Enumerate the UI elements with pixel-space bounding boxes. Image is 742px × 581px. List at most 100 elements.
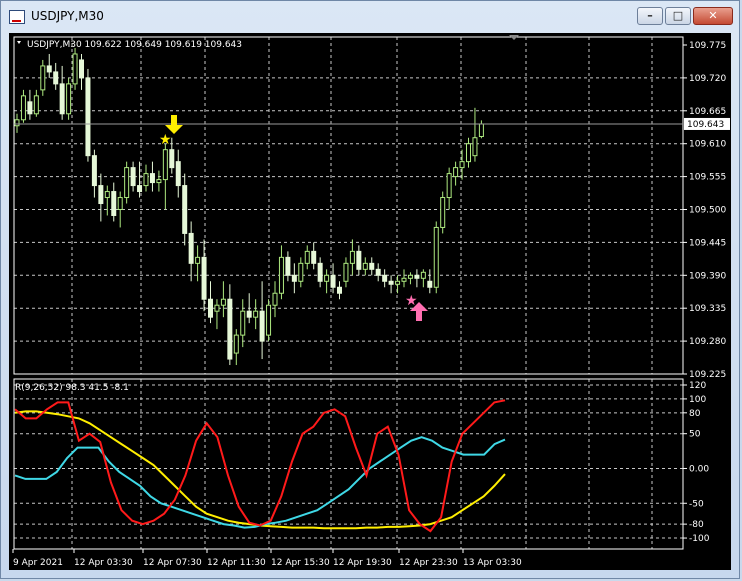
indicator-label: -100 bbox=[689, 534, 710, 544]
candle-body bbox=[149, 173, 155, 184]
price-label: 109.720 bbox=[689, 74, 726, 84]
candle-body bbox=[285, 256, 291, 276]
candle-body bbox=[414, 274, 420, 279]
candle-body bbox=[117, 197, 123, 210]
maximize-icon: □ bbox=[672, 9, 684, 22]
grid bbox=[14, 37, 683, 549]
maximize-button[interactable]: □ bbox=[665, 7, 691, 25]
candle-body bbox=[253, 310, 259, 318]
indicator-label: 50 bbox=[689, 430, 701, 440]
chart-area[interactable]: 109.775 109.720 109.665 109.610 109.555 109.5… bbox=[9, 33, 731, 570]
candle-body bbox=[98, 185, 104, 205]
candle-body bbox=[407, 274, 413, 279]
indicator-label: 100 bbox=[689, 395, 706, 405]
svg-text:★: ★ bbox=[159, 132, 172, 148]
candle-body bbox=[91, 155, 97, 187]
candle-body bbox=[420, 271, 426, 279]
candle-body bbox=[266, 304, 272, 336]
candle-body bbox=[233, 334, 239, 354]
minimize-icon: – bbox=[647, 9, 653, 22]
red-indicator-line bbox=[14, 399, 506, 533]
chart-window: USDJPY,M30 – □ ✕ 109.775 109.720 109.665 10… bbox=[0, 0, 740, 579]
candle-body bbox=[27, 101, 33, 115]
candle-body bbox=[40, 65, 46, 91]
price-label: 109.500 bbox=[689, 206, 726, 216]
candle-body bbox=[472, 137, 478, 157]
candle-body bbox=[130, 167, 136, 187]
indicator-header: R(9,26,52) 98.3 41.5 -8.1 bbox=[15, 383, 129, 393]
candle-body bbox=[298, 262, 304, 282]
chart-window-icon bbox=[9, 10, 25, 24]
candle-body bbox=[311, 250, 317, 264]
price-label: 109.390 bbox=[689, 271, 726, 281]
candle-body bbox=[162, 149, 168, 181]
close-button[interactable]: ✕ bbox=[693, 7, 733, 25]
minimize-button[interactable]: – bbox=[637, 7, 663, 25]
collapse-arrow-icon[interactable] bbox=[17, 41, 21, 44]
chart-canvas[interactable]: 109.775 109.720 109.665 109.610 109.555 109.5… bbox=[9, 33, 731, 570]
candle-body bbox=[79, 59, 84, 79]
candle-body bbox=[272, 292, 278, 306]
candle-body bbox=[111, 191, 117, 216]
yellow-indicator-line bbox=[14, 410, 506, 530]
candle-body bbox=[246, 310, 252, 318]
price-label: 109.280 bbox=[689, 337, 726, 347]
time-label: 9 Apr 2021 bbox=[13, 558, 63, 568]
candle-body bbox=[66, 83, 72, 115]
close-icon: ✕ bbox=[708, 9, 718, 22]
candle-body bbox=[240, 310, 246, 336]
indicator-label: 120 bbox=[689, 381, 706, 391]
candle-body bbox=[446, 173, 452, 199]
indicator-layer bbox=[14, 399, 506, 533]
candle-body bbox=[143, 173, 149, 187]
time-label: 12 Apr 11:30 bbox=[207, 558, 266, 568]
candle-body bbox=[375, 268, 381, 276]
candle-body bbox=[137, 185, 143, 193]
candle-body bbox=[214, 304, 220, 312]
candle-body bbox=[304, 250, 310, 264]
chart-header: USDJPY,M30 109.622 109.649 109.619 109.6… bbox=[27, 40, 242, 50]
candle-body bbox=[14, 119, 20, 127]
window-title: USDJPY,M30 bbox=[31, 9, 104, 23]
candle-body bbox=[388, 280, 394, 285]
candle-body bbox=[208, 298, 213, 318]
candle-body bbox=[188, 232, 194, 264]
indicator-label: -80 bbox=[689, 520, 704, 530]
sell-signal-star-icon: ★ bbox=[159, 132, 172, 148]
candle-body bbox=[201, 256, 207, 300]
price-label: 109.610 bbox=[689, 140, 726, 150]
price-label: 109.335 bbox=[689, 304, 726, 314]
candle-body bbox=[401, 277, 407, 282]
candle-body bbox=[382, 274, 388, 282]
candle-body bbox=[337, 286, 342, 294]
candle-body bbox=[343, 262, 349, 282]
time-label: 12 Apr 03:30 bbox=[74, 558, 133, 568]
candle-body bbox=[72, 53, 78, 85]
candle-body bbox=[330, 274, 336, 288]
cyan-indicator-line bbox=[14, 436, 506, 529]
candle-body bbox=[195, 256, 201, 264]
candle-body bbox=[395, 280, 401, 285]
candle-body bbox=[59, 83, 65, 115]
candle-body bbox=[227, 298, 233, 360]
candle-body bbox=[182, 185, 188, 234]
candle-body bbox=[33, 95, 39, 115]
candle-body bbox=[220, 298, 226, 306]
candle-body bbox=[175, 161, 181, 187]
time-label: 12 Apr 19:30 bbox=[333, 558, 392, 568]
title-bar[interactable]: USDJPY,M30 – □ ✕ bbox=[1, 1, 739, 33]
indicator-label: 0.00 bbox=[689, 464, 709, 474]
candle-body bbox=[169, 149, 175, 169]
candle-body bbox=[20, 95, 26, 121]
axes-layer: 109.775 109.720 109.665 109.610 109.555 109.5… bbox=[12, 36, 730, 568]
candle-body bbox=[85, 77, 91, 157]
indicator-label: -50 bbox=[689, 499, 704, 509]
price-label: 109.445 bbox=[689, 238, 726, 248]
candles-layer bbox=[14, 47, 484, 366]
candle-body bbox=[369, 262, 375, 270]
candle-body bbox=[466, 143, 471, 163]
candle-body bbox=[124, 167, 130, 199]
candle-body bbox=[259, 310, 265, 342]
buy-signal-star-icon: ★ bbox=[405, 293, 418, 309]
candle-body bbox=[156, 179, 162, 184]
